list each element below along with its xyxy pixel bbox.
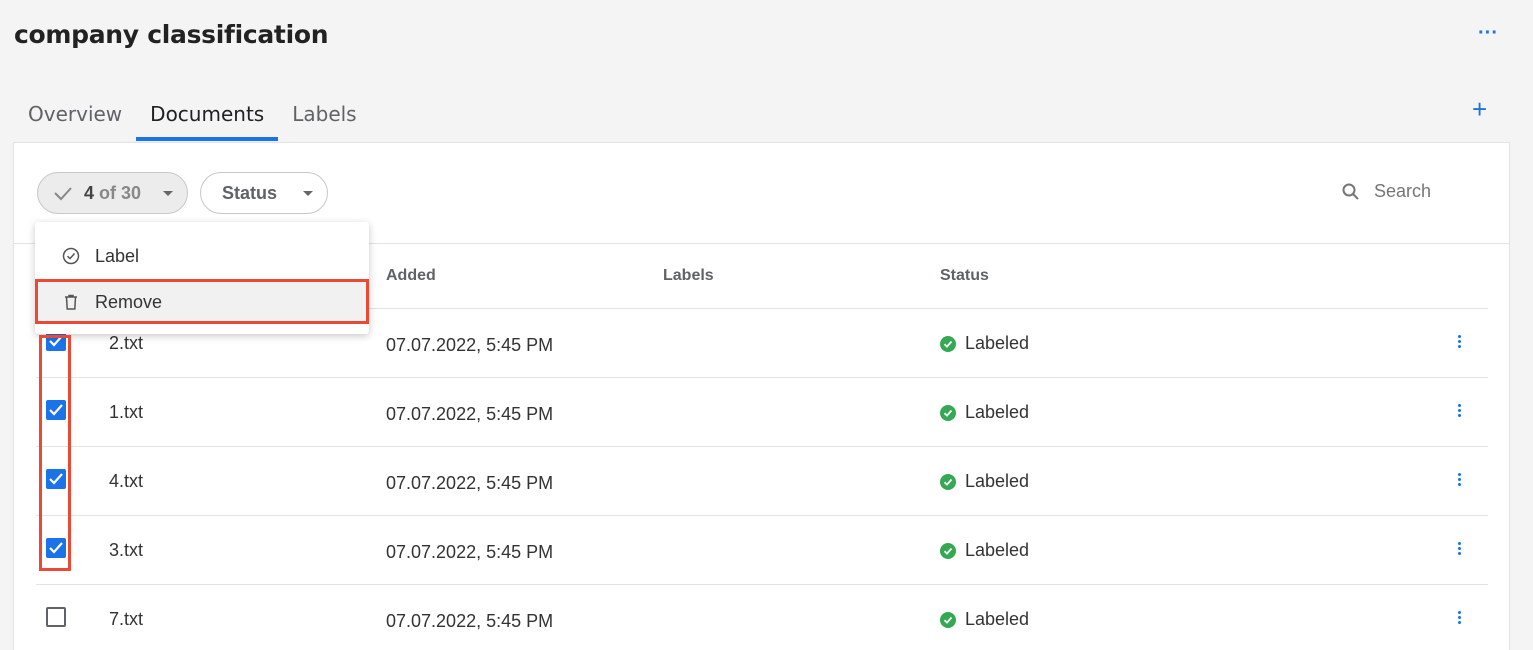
- check-circle-icon: [62, 247, 80, 265]
- documents-panel: 4 of 30 Status Search Added Labels Statu…: [13, 142, 1510, 650]
- check-circle-icon: [940, 611, 956, 628]
- selection-count: 4: [84, 182, 95, 203]
- file-name[interactable]: 2.txt: [109, 333, 143, 354]
- search-icon: [1342, 183, 1359, 200]
- file-name[interactable]: 7.txt: [109, 609, 143, 630]
- file-name[interactable]: 3.txt: [109, 540, 143, 561]
- menu-item-label-text: Label: [95, 245, 140, 266]
- more-vertical-icon[interactable]: [1449, 335, 1469, 353]
- status-text: Labeled: [965, 609, 1030, 629]
- status-badge: Labeled: [940, 540, 1029, 561]
- tab-overview[interactable]: Overview: [14, 96, 136, 141]
- check-circle-icon: [940, 542, 956, 559]
- tab-bar: Overview Documents Labels: [14, 96, 371, 141]
- status-badge: Labeled: [940, 333, 1029, 354]
- status-text: Labeled: [965, 471, 1030, 491]
- page-title: company classification: [14, 20, 329, 49]
- file-name[interactable]: 4.txt: [109, 471, 143, 492]
- chevron-down-icon: [303, 190, 313, 196]
- status-badge: Labeled: [940, 471, 1029, 492]
- status-filter-dropdown[interactable]: Status: [200, 172, 328, 214]
- table-row[interactable]: 1.txt 07.07.2022, 5:45 PM Labeled: [36, 377, 1488, 446]
- search-placeholder: Search: [1374, 181, 1432, 201]
- status-text: Labeled: [965, 402, 1030, 422]
- column-header-status[interactable]: Status: [940, 267, 989, 285]
- status-text: Labeled: [965, 540, 1030, 560]
- table-row[interactable]: 4.txt 07.07.2022, 5:45 PM Labeled: [36, 446, 1488, 515]
- check-circle-icon: [940, 335, 956, 352]
- highlight-box-remove: [35, 279, 369, 324]
- status-text: Labeled: [965, 333, 1030, 353]
- check-icon: [54, 187, 72, 201]
- check-circle-icon: [940, 404, 956, 421]
- more-vertical-icon[interactable]: [1449, 404, 1469, 422]
- table-row[interactable]: 3.txt 07.07.2022, 5:45 PM Labeled: [36, 515, 1488, 584]
- status-filter-label: Status: [222, 182, 278, 203]
- file-name[interactable]: 1.txt: [109, 402, 143, 423]
- tab-labels[interactable]: Labels: [278, 96, 370, 141]
- table-row[interactable]: 7.txt 07.07.2022, 5:45 PM Labeled: [36, 584, 1488, 650]
- menu-item-label[interactable]: Label: [35, 236, 369, 276]
- column-header-labels[interactable]: Labels: [663, 267, 714, 285]
- added-date: 07.07.2022, 5:45 PM: [386, 335, 554, 355]
- check-circle-icon: [940, 473, 956, 490]
- chevron-down-icon: [163, 190, 173, 196]
- added-date: 07.07.2022, 5:45 PM: [386, 542, 554, 562]
- plus-icon[interactable]: +: [1472, 96, 1487, 122]
- added-date: 07.07.2022, 5:45 PM: [386, 611, 554, 631]
- more-vertical-icon[interactable]: [1449, 542, 1469, 560]
- more-vertical-icon[interactable]: [1449, 611, 1469, 629]
- added-date: 07.07.2022, 5:45 PM: [386, 404, 554, 424]
- status-badge: Labeled: [940, 609, 1029, 630]
- tab-documents[interactable]: Documents: [136, 96, 279, 141]
- search-input[interactable]: Search: [1341, 181, 1431, 202]
- added-date: 07.07.2022, 5:45 PM: [386, 473, 554, 493]
- selection-total: of 30: [99, 182, 142, 203]
- column-header-added[interactable]: Added: [386, 267, 436, 285]
- selection-dropdown[interactable]: 4 of 30: [37, 172, 188, 214]
- status-badge: Labeled: [940, 402, 1029, 423]
- row-checkbox[interactable]: [46, 607, 66, 627]
- more-vertical-icon[interactable]: [1449, 473, 1469, 491]
- more-horizontal-icon[interactable]: ···: [1478, 23, 1498, 43]
- highlight-box-checkboxes: [39, 335, 71, 571]
